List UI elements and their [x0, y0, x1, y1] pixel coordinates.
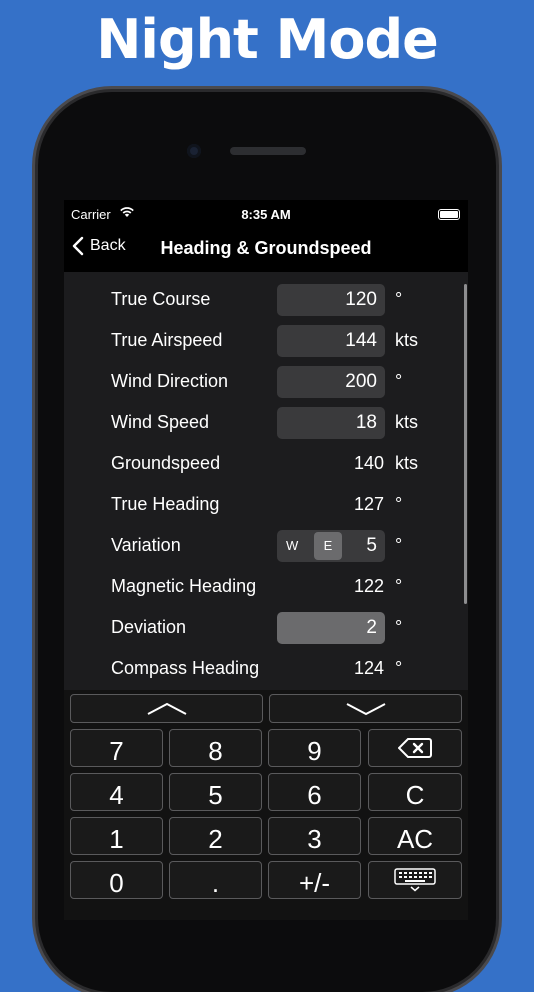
key-5[interactable]: 5 [169, 773, 262, 811]
variation-west-toggle[interactable]: W [286, 538, 298, 553]
wind-direction-unit: ° [395, 371, 403, 391]
deviation-input[interactable]: 2 [277, 612, 385, 644]
key-4[interactable]: 4 [70, 773, 163, 811]
all-clear-key-label: AC [396, 824, 434, 854]
status-bar: Carrier 8:35 AM [64, 200, 468, 230]
app-screen: Carrier 8:35 AM Back Heading & Groundspe… [64, 200, 468, 920]
variation-control: W E 5 [277, 530, 385, 562]
key-1-label: 1 [109, 824, 124, 854]
groundspeed-value: 140 [353, 453, 384, 473]
earpiece-speaker [230, 147, 306, 155]
variation-label: Variation [111, 535, 181, 555]
battery-icon [438, 209, 460, 220]
power-button [496, 292, 501, 360]
chevron-down-icon [346, 702, 385, 715]
magnetic-heading-label: Magnetic Heading [111, 576, 257, 596]
scrollbar[interactable] [464, 284, 467, 604]
page-title: Heading & Groundspeed [160, 238, 372, 258]
key-6[interactable]: 6 [268, 773, 361, 811]
row-variation: Variation W E 5 ° [64, 526, 468, 567]
row-magnetic-heading: Magnetic Heading 122 ° [64, 567, 468, 608]
true-course-unit: ° [395, 289, 403, 309]
next-field-button[interactable] [269, 694, 462, 723]
true-heading-label: True Heading [111, 494, 220, 514]
keyboard-hide-icon [394, 868, 436, 892]
decimal-key[interactable]: . [169, 861, 262, 899]
chevron-up-icon [147, 702, 186, 715]
wind-direction-input[interactable]: 200 [277, 366, 385, 398]
key-0[interactable]: 0 [70, 861, 163, 899]
groundspeed-unit: kts [395, 453, 419, 473]
variation-east-toggle[interactable]: E [314, 532, 342, 560]
magnetic-heading-value: 122 [353, 576, 384, 596]
key-9[interactable]: 9 [268, 729, 361, 767]
row-wind-speed: Wind Speed 18 kts [64, 403, 468, 444]
row-deviation: Deviation 2 ° [64, 608, 468, 649]
groundspeed-label: Groundspeed [111, 453, 221, 473]
plus-minus-key-label: +/- [298, 868, 331, 898]
compass-heading-label: Compass Heading [111, 658, 260, 678]
key-4-label: 4 [109, 780, 124, 810]
row-true-course: True Course 120 ° [64, 280, 468, 321]
row-wind-direction: Wind Direction 200 ° [64, 362, 468, 403]
calculator-form: True Course 120 ° True Airspeed 144 kts … [64, 272, 468, 690]
key-7-label: 7 [109, 736, 124, 766]
plus-minus-key[interactable]: +/- [268, 861, 361, 899]
compass-heading-unit: ° [395, 658, 403, 678]
custom-keypad: 7 8 9 4 5 6 C 1 2 3 AC 0 . +/- [64, 690, 468, 920]
true-airspeed-input[interactable]: 144 [277, 325, 385, 357]
previous-field-button[interactable] [70, 694, 263, 723]
key-6-label: 6 [307, 780, 322, 810]
true-heading-value: 127 [353, 494, 384, 514]
row-true-airspeed: True Airspeed 144 kts [64, 321, 468, 362]
true-course-label: True Course [111, 289, 211, 309]
banner-title: Night Mode [96, 8, 439, 71]
all-clear-key[interactable]: AC [368, 817, 462, 855]
true-airspeed-label: True Airspeed [111, 330, 223, 350]
deviation-label: Deviation [111, 617, 187, 637]
key-2[interactable]: 2 [169, 817, 262, 855]
status-time: 8:35 AM [241, 207, 291, 222]
key-9-label: 9 [307, 736, 322, 766]
wind-direction-label: Wind Direction [111, 371, 229, 391]
true-heading-unit: ° [395, 494, 403, 514]
true-course-input[interactable]: 120 [277, 284, 385, 316]
compass-heading-value: 124 [353, 658, 384, 678]
navigation-bar: Back Heading & Groundspeed [64, 230, 468, 272]
key-8-label: 8 [208, 736, 223, 766]
decimal-key-label: . [211, 868, 220, 898]
key-5-label: 5 [208, 780, 223, 810]
key-2-label: 2 [208, 824, 223, 854]
key-8[interactable]: 8 [169, 729, 262, 767]
front-camera [187, 144, 201, 158]
clear-key[interactable]: C [368, 773, 462, 811]
backspace-icon [398, 738, 432, 758]
backspace-key[interactable] [368, 729, 462, 767]
wind-speed-unit: kts [395, 412, 419, 432]
key-3-label: 3 [307, 824, 322, 854]
row-compass-heading: Compass Heading 124 ° [64, 649, 468, 690]
key-3[interactable]: 3 [268, 817, 361, 855]
row-groundspeed: Groundspeed 140 kts [64, 444, 468, 485]
wind-speed-label: Wind Speed [111, 412, 210, 432]
true-airspeed-unit: kts [395, 330, 419, 350]
magnetic-heading-unit: ° [395, 576, 403, 596]
variation-unit: ° [395, 535, 403, 555]
row-true-heading: True Heading 127 ° [64, 485, 468, 526]
key-0-label: 0 [109, 868, 124, 898]
deviation-unit: ° [395, 617, 403, 637]
wind-speed-input[interactable]: 18 [277, 407, 385, 439]
key-7[interactable]: 7 [70, 729, 163, 767]
hide-keyboard-key[interactable] [368, 861, 462, 899]
key-1[interactable]: 1 [70, 817, 163, 855]
clear-key-label: C [405, 780, 425, 810]
variation-input[interactable]: 5 [366, 535, 377, 557]
